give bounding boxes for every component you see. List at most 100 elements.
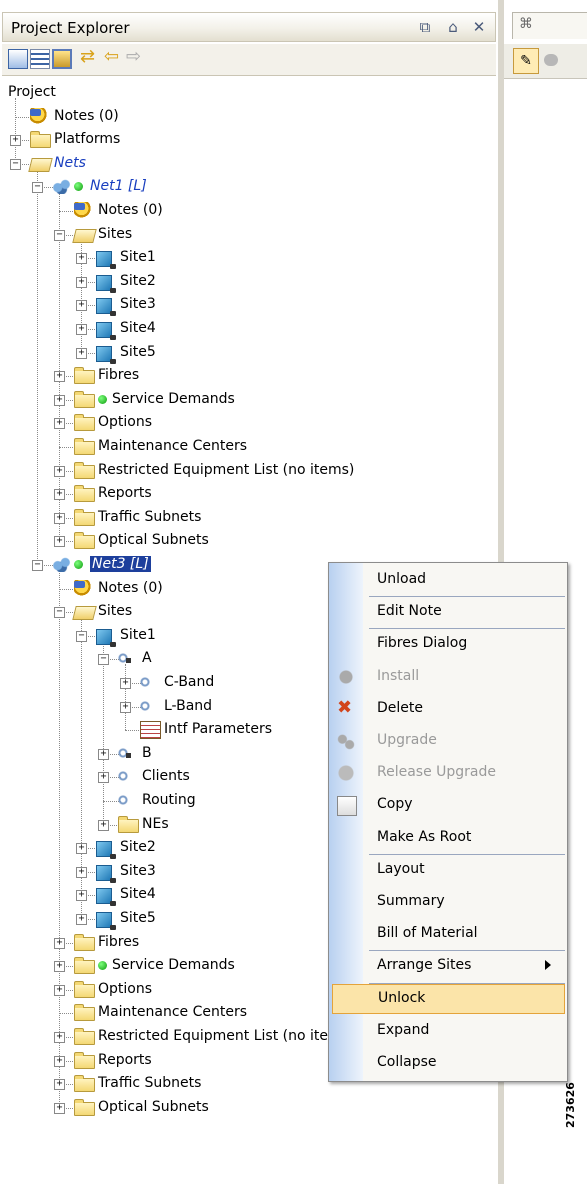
expand-icon[interactable]: + [54, 489, 65, 501]
tree-item-label: Clients [142, 768, 190, 785]
copy-icon [337, 796, 357, 817]
expand-icon[interactable]: + [54, 984, 65, 996]
folder-icon [74, 438, 95, 455]
collapse-icon[interactable]: − [32, 560, 43, 571]
menu-item-expand[interactable]: Expand [363, 1016, 567, 1046]
tree-item-label: Service Demands [112, 390, 235, 407]
folder-icon [74, 414, 95, 432]
folder-icon [74, 1004, 95, 1022]
expand-icon[interactable]: + [54, 1102, 65, 1114]
expand-icon[interactable]: + [54, 371, 65, 383]
menu-item-label: Layout [377, 860, 425, 877]
expand-icon[interactable]: + [76, 347, 87, 359]
expand-icon[interactable]: + [10, 135, 21, 147]
collapse-icon[interactable]: − [10, 158, 21, 170]
tree-item-label: Site5 [120, 343, 156, 360]
collapse-icon[interactable]: − [54, 229, 65, 241]
expand-icon[interactable]: + [54, 418, 65, 430]
menu-item-summary[interactable]: Summary [363, 887, 567, 917]
menu-item-label: Arrange Sites [377, 957, 472, 974]
menu-item-bill-of-material[interactable]: Bill of Material [363, 919, 567, 949]
collapse-icon[interactable]: − [98, 654, 109, 666]
expand-icon[interactable]: + [54, 394, 65, 406]
menu-item-label: Unlock [378, 989, 426, 1006]
net-icon [52, 178, 71, 195]
properties-icon[interactable] [52, 49, 72, 69]
float-window-icon[interactable]: ⧉ [415, 16, 435, 38]
sync-icon[interactable]: ⇄ [80, 48, 100, 69]
menu-item-layout[interactable]: Layout [363, 855, 567, 885]
cloud-icon[interactable] [544, 54, 558, 66]
expand-icon[interactable]: + [76, 843, 87, 855]
pencil-icon[interactable]: ✎ [513, 48, 539, 74]
explorer-toolbar: ⇄ ⇦ ⇨ [2, 44, 496, 76]
folder-icon [74, 532, 95, 550]
expand-icon[interactable]: + [76, 914, 87, 925]
expand-icon[interactable]: + [98, 748, 109, 760]
menu-item-arrange-sites[interactable]: Arrange Sites [363, 951, 567, 981]
expand-icon[interactable]: + [54, 1079, 65, 1091]
menu-item-label: Edit Note [377, 603, 442, 620]
collapse-icon[interactable]: − [76, 630, 87, 642]
menu-item-install[interactable]: Install [337, 662, 567, 692]
menu-item-unload[interactable]: Unload [363, 565, 567, 595]
expand-icon[interactable]: + [54, 465, 65, 477]
figure-number: 273626 [564, 1082, 577, 1128]
expand-icon[interactable]: + [76, 300, 87, 312]
menu-item-collapse[interactable]: Collapse [363, 1048, 567, 1078]
tree-item-label: Site4 [120, 320, 156, 336]
menu-item-fibres-dialog[interactable]: Fibres Dialog [363, 629, 567, 659]
menu-item-upgrade[interactable]: Upgrade [337, 726, 567, 756]
collapse-icon[interactable]: − [54, 607, 65, 619]
explorer-titlebar: Project Explorer ⧉ ⌂ ✕ [2, 12, 496, 42]
expand-icon[interactable]: + [54, 536, 65, 548]
expand-icon[interactable]: + [54, 961, 65, 973]
menu-item-copy[interactable]: Copy [337, 790, 567, 820]
submenu-arrow-icon [545, 960, 551, 971]
expand-icon[interactable]: + [76, 866, 87, 878]
back-arrow-icon[interactable]: ⇦ [104, 48, 124, 69]
tree-item-label: Site1 [120, 626, 156, 643]
close-icon[interactable]: ✕ [469, 16, 489, 38]
expand-icon[interactable]: + [54, 1055, 65, 1067]
menu-item-unlock[interactable]: Unlock [332, 983, 565, 1014]
expand-icon[interactable]: + [76, 890, 87, 902]
expand-icon[interactable]: + [54, 1032, 65, 1043]
folder-icon [74, 461, 95, 479]
collapse-icon[interactable]: − [32, 182, 43, 194]
ring-icon [140, 697, 150, 714]
delete-icon: ✖ [337, 696, 353, 718]
tree-item-label: Site5 [120, 910, 156, 926]
tree-item-label: Sites [98, 603, 133, 620]
pin-icon[interactable]: ⌂ [443, 16, 463, 38]
status-green-icon [74, 182, 83, 192]
expand-icon[interactable]: + [120, 678, 131, 689]
expand-icon[interactable]: + [98, 772, 109, 784]
menu-item-label: Bill of Material [377, 925, 478, 942]
notes-icon [74, 579, 93, 596]
design-toolbar: ✎ [504, 44, 587, 79]
menu-item-release-upgrade[interactable]: Release Upgrade [337, 758, 567, 788]
folder-icon [74, 957, 95, 975]
tree-guide-line [15, 98, 16, 164]
expand-icon[interactable]: + [76, 324, 87, 335]
menu-item-delete[interactable]: ✖ Delete [337, 694, 567, 724]
tab-network-view[interactable]: ⌘ [512, 12, 587, 39]
menu-item-edit-note[interactable]: Edit Note [363, 597, 567, 627]
folder-open-icon [28, 157, 53, 172]
forward-arrow-icon[interactable]: ⇨ [126, 48, 146, 69]
tree-item-label: Notes (0) [98, 579, 163, 596]
expand-icon[interactable]: + [120, 701, 131, 713]
tree-view-icon[interactable] [8, 49, 28, 69]
folder-icon [118, 815, 139, 833]
expand-icon[interactable]: + [76, 276, 87, 288]
list-view-icon[interactable] [30, 49, 50, 69]
expand-icon[interactable]: + [76, 253, 87, 265]
menu-item-make-as-root[interactable]: Make As Root [363, 823, 567, 853]
site-icon [96, 298, 116, 317]
tree-item-label: Site2 [120, 272, 156, 289]
context-menu: Unload Edit Note Fibres Dialog Install ✖ Dele… [328, 562, 568, 1082]
expand-icon[interactable]: + [54, 512, 65, 524]
expand-icon[interactable]: + [54, 937, 65, 949]
expand-icon[interactable]: + [98, 819, 109, 831]
